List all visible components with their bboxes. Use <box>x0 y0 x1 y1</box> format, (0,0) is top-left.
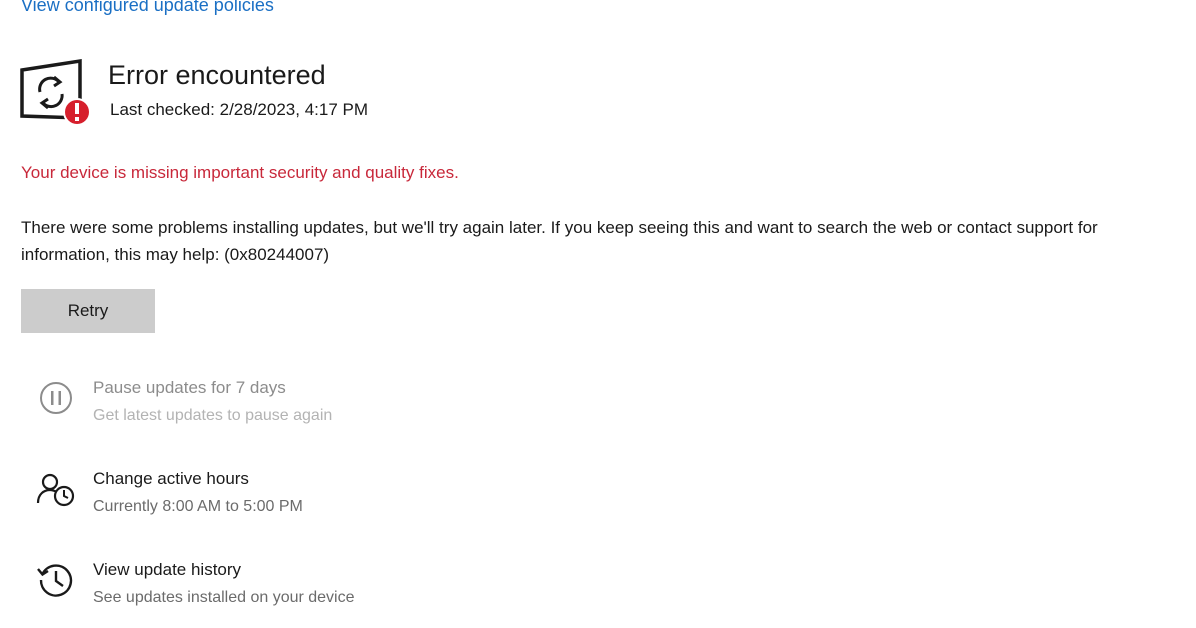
view-update-history-subtitle: See updates installed on your device <box>93 589 355 606</box>
error-details-text: There were some problems installing upda… <box>21 218 1098 264</box>
pause-icon <box>36 378 76 418</box>
view-update-history-option[interactable]: View update history See updates installe… <box>36 560 536 620</box>
update-error-icon <box>18 58 98 130</box>
last-checked-text: Last checked: 2/28/2023, 4:17 PM <box>110 100 369 119</box>
view-update-history-title: View update history <box>93 560 242 579</box>
change-active-hours-option[interactable]: Change active hours Currently 8:00 AM to… <box>36 469 536 529</box>
change-active-hours-title: Change active hours <box>93 469 249 488</box>
security-warning-text: Your device is missing important securit… <box>21 163 459 182</box>
pause-updates-subtitle: Get latest updates to pause again <box>93 407 333 424</box>
status-title: Error encountered <box>108 60 326 90</box>
history-icon <box>36 560 76 600</box>
view-update-policies-link[interactable]: View configured update policies <box>21 0 274 16</box>
retry-button[interactable]: Retry <box>21 289 155 333</box>
active-hours-icon <box>36 469 76 509</box>
pause-updates-title: Pause updates for 7 days <box>93 378 286 397</box>
change-active-hours-subtitle: Currently 8:00 AM to 5:00 PM <box>93 498 303 515</box>
pause-updates-option[interactable]: Pause updates for 7 days Get latest upda… <box>36 378 536 438</box>
